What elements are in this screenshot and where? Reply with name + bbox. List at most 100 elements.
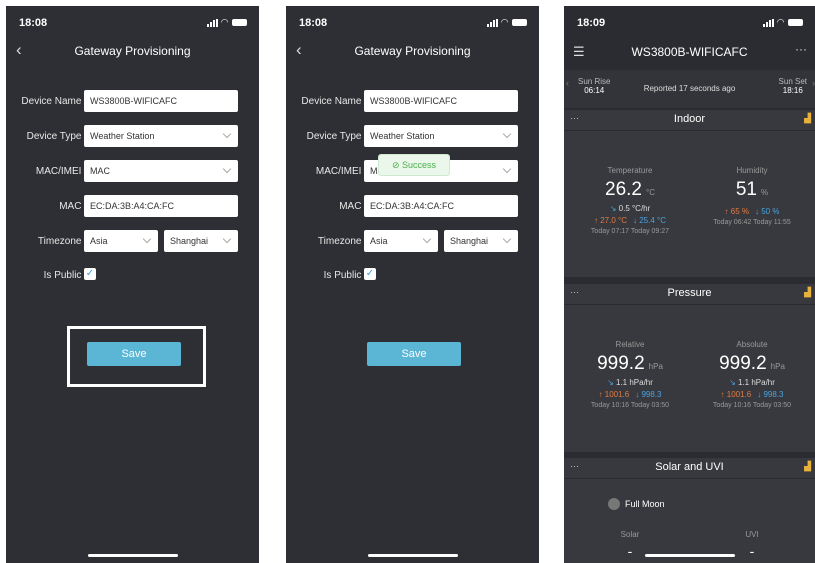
is-public-checkbox[interactable]: ✓ xyxy=(364,268,376,280)
relative-high: ↑ 1001.6 xyxy=(598,390,630,399)
relative-low-time: Today 03:50 xyxy=(630,402,670,409)
absolute-unit: hPa xyxy=(770,362,785,371)
humidity-value: 51 xyxy=(735,179,757,200)
absolute-trend: 1.1 hPa/hr xyxy=(738,378,775,387)
device-name-label: Device Name : xyxy=(301,96,367,107)
more-options-icon[interactable]: ··· xyxy=(795,42,807,56)
signal-icon xyxy=(207,18,219,27)
is-public-label: Is Public : xyxy=(43,270,87,281)
trend-down-icon: ↘ xyxy=(609,204,619,213)
timezone-region-select[interactable]: Asia xyxy=(84,230,158,252)
mac-input[interactable]: EC:DA:3B:A4:CA:FC xyxy=(84,195,238,217)
humidity-low-time: Today 11:55 xyxy=(753,219,791,226)
sun-bar: ‹ Sun Rise 06:14 Reported 17 seconds ago … xyxy=(564,70,815,108)
mac-label: MAC : xyxy=(59,201,87,212)
battery-icon xyxy=(232,19,247,26)
humidity-low: ↓ 50 % xyxy=(755,207,780,216)
chart-icon[interactable]: ▟ xyxy=(804,287,811,298)
temperature-trend: 0.5 °C/hr xyxy=(618,204,651,213)
status-time: 18:09 xyxy=(577,17,606,29)
sunset-label: Sun Set xyxy=(778,77,807,86)
is-public-checkbox[interactable]: ✓ xyxy=(84,268,96,280)
timezone-label: Timezone : xyxy=(317,236,367,247)
timezone-region-select[interactable]: Asia xyxy=(364,230,438,252)
status-time: 18:08 xyxy=(19,17,48,29)
page-title: Gateway Provisioning xyxy=(354,44,471,58)
absolute-label: Absolute xyxy=(736,340,768,349)
success-toast: ⊘ Success xyxy=(378,154,450,176)
device-type-select[interactable]: Weather Station xyxy=(84,125,238,147)
absolute-high-time: Today 10:16 xyxy=(712,402,752,409)
absolute-low: ↓ 998.3 xyxy=(757,390,784,399)
wifi-icon: ◠ xyxy=(221,17,229,27)
mac-input[interactable]: EC:DA:3B:A4:CA:FC xyxy=(364,195,518,217)
status-bar: 18:08 ◠ xyxy=(286,6,539,36)
page-title: Gateway Provisioning xyxy=(74,44,191,58)
device-name-input[interactable]: WS3800B-WIFICAFC xyxy=(84,90,238,112)
home-indicator xyxy=(644,554,735,557)
timezone-city-select[interactable]: Shanghai xyxy=(164,230,238,252)
humidity-label: Humidity xyxy=(736,166,768,175)
relative-trend: 1.1 hPa/hr xyxy=(616,378,653,387)
mac-imei-label: MAC/IMEI : xyxy=(35,166,87,177)
mac-imei-label: MAC/IMEI : xyxy=(315,166,367,177)
humidity-unit: % xyxy=(761,188,769,197)
toast-text: Success xyxy=(402,160,437,170)
wifi-icon: ◠ xyxy=(501,17,509,27)
timezone-city-select[interactable]: Shanghai xyxy=(444,230,518,252)
absolute-high: ↑ 1001.6 xyxy=(720,390,752,399)
solar-label: Solar xyxy=(620,530,640,539)
home-indicator xyxy=(87,554,178,557)
phone-gateway-provisioning-success: 18:08 ◠ ‹ Gateway Provisioning Device Na… xyxy=(286,6,539,563)
status-bar: 18:08 ◠ xyxy=(6,6,259,36)
absolute-low-time: Today 03:50 xyxy=(752,402,792,409)
absolute-value: 999.2 xyxy=(719,353,767,374)
solar-uvi-panel: ··· Solar and UVI ▟ Full Moon Solar - UVI … xyxy=(564,458,815,563)
device-name-label: Device Name : xyxy=(21,96,87,107)
device-type-select[interactable]: Weather Station xyxy=(364,125,518,147)
signal-icon xyxy=(487,18,499,27)
is-public-label: Is Public : xyxy=(323,270,367,281)
relative-high-time: Today 10:16 xyxy=(590,402,630,409)
relative-unit: hPa xyxy=(648,362,663,371)
temperature-low: ↓ 25.4 °C xyxy=(633,216,666,225)
save-button[interactable]: Save xyxy=(87,342,181,366)
device-type-label: Device Type : xyxy=(26,131,87,142)
reported-text: Reported 17 seconds ago xyxy=(643,84,736,93)
panel-title: Solar and UVI xyxy=(655,461,724,473)
status-time: 18:08 xyxy=(299,17,328,29)
humidity-high: ↑ 65 % xyxy=(724,207,749,216)
moon-icon xyxy=(608,498,620,510)
mac-imei-select[interactable]: MAC xyxy=(84,160,238,182)
indoor-panel: ··· Indoor ▟ Temperature 26.2 °C ↘ 0.5 °C/h… xyxy=(564,110,815,277)
panel-title: Pressure xyxy=(667,287,712,299)
chart-icon[interactable]: ▟ xyxy=(804,461,811,472)
temperature-high: ↑ 27.0 °C xyxy=(594,216,627,225)
timezone-label: Timezone : xyxy=(37,236,87,247)
uvi-label: UVI xyxy=(745,530,759,539)
pressure-panel: ··· Pressure ▟ Relative 999.2 hPa ↘ 1.1 hPa… xyxy=(564,284,815,452)
humidity-high-time: Today 06:42 xyxy=(713,219,752,226)
temperature-label: Temperature xyxy=(607,166,653,175)
phone-device-dashboard: 18:09 ◠ ☰ WS3800B-WIFICAFC ··· ‹ Sun Ris… xyxy=(564,6,815,563)
mac-label: MAC : xyxy=(339,201,367,212)
chart-icon[interactable]: ▟ xyxy=(804,113,811,124)
trend-down-icon: ↘ xyxy=(729,378,738,387)
wifi-icon: ◠ xyxy=(777,17,785,27)
status-bar: 18:09 ◠ xyxy=(564,6,815,36)
device-type-label: Device Type : xyxy=(306,131,367,142)
temperature-unit: °C xyxy=(646,188,655,197)
temperature-low-time: Today 09:27 xyxy=(630,228,670,235)
relative-value: 999.2 xyxy=(597,353,645,374)
trend-down-icon: ↘ xyxy=(607,378,616,387)
battery-icon xyxy=(788,19,803,26)
moon-phase: Full Moon xyxy=(625,499,665,509)
battery-icon xyxy=(512,19,527,26)
relative-low: ↓ 998.3 xyxy=(635,390,662,399)
signal-icon xyxy=(763,18,775,27)
device-title: WS3800B-WIFICAFC xyxy=(631,45,748,59)
panel-title: Indoor xyxy=(673,113,706,125)
save-button[interactable]: Save xyxy=(367,342,461,366)
temperature-value: 26.2 xyxy=(605,179,642,200)
device-name-input[interactable]: WS3800B-WIFICAFC xyxy=(364,90,518,112)
